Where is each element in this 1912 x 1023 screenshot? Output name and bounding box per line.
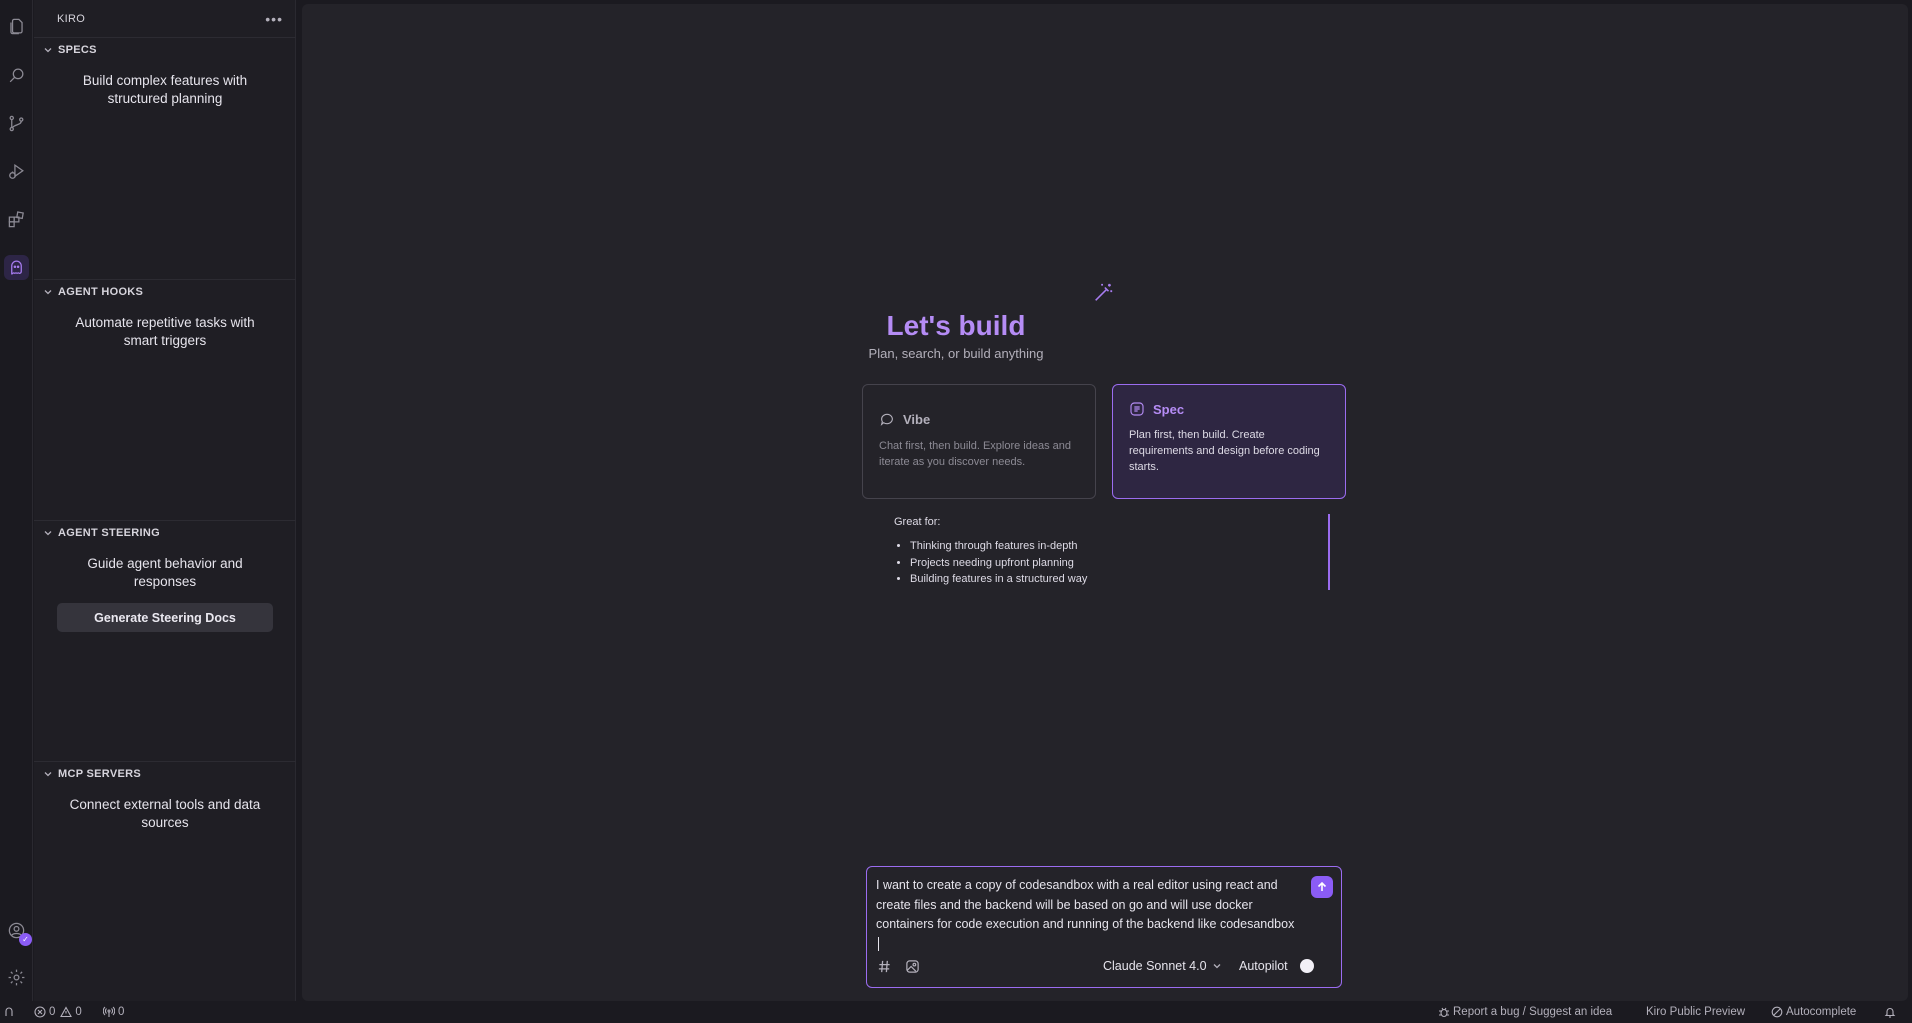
section-description: Build complex features with structured p… [82,73,248,106]
report-bug-link[interactable]: Report a bug / Suggest an idea [1438,1001,1612,1023]
list-item: Building features in a structured way [910,571,1087,588]
great-for-list: Thinking through features in-depth Proje… [894,538,1087,588]
chevron-down-icon [1213,964,1221,969]
section-mcp-servers: MCP SERVERS Connect external tools and d… [34,761,296,1001]
mode-description: Plan first, then build. Create requireme… [1129,429,1320,473]
hashtag-context-icon[interactable] [875,957,893,975]
settings-gear-icon[interactable] [4,965,29,990]
notifications-bell-icon[interactable] [1884,1001,1899,1023]
section-title: AGENT STEERING [58,527,160,539]
text-caret [878,937,879,952]
section-description: Guide agent behavior and responses [87,556,243,589]
problems-indicator[interactable]: 0 0 [34,1001,82,1023]
great-for-panel: Great for: Thinking through features in-… [894,516,1087,588]
chevron-down-icon [44,290,52,295]
error-icon [34,1006,46,1018]
arrow-up-icon [1317,881,1327,891]
chat-input[interactable]: I want to create a copy of codesandbox w… [876,876,1296,954]
model-select-value: Claude Sonnet 4.0 [1103,959,1207,973]
warning-icon [60,1006,73,1018]
autopilot-label: Autopilot [1239,959,1288,973]
great-for-accent-bar [1328,514,1330,590]
chat-input-box: I want to create a copy of codesandbox w… [866,866,1342,988]
mode-name: Vibe [903,411,931,427]
section-description: Connect external tools and data sources [69,797,261,830]
section-agent-steering: AGENT STEERING Guide agent behavior and … [34,520,296,761]
run-debug-icon[interactable] [4,159,29,184]
chevron-down-icon [44,48,52,53]
autocomplete-label: Autocomplete [1786,1006,1857,1018]
extensions-icon[interactable] [4,207,29,232]
more-actions-icon[interactable]: ••• [265,11,283,27]
sidebar-header: KIRO ••• [34,0,295,38]
ports-indicator[interactable]: 0 [103,1001,124,1023]
image-attach-icon[interactable] [903,957,921,975]
mode-name: Spec [1153,401,1185,417]
list-item: Projects needing upfront planning [910,555,1087,572]
chevron-down-icon [44,772,52,777]
section-title: MCP SERVERS [58,768,141,780]
section-header-agent-hooks[interactable]: AGENT HOOKS [34,280,296,304]
page-subtitle: Plan, search, or build anything [868,346,1044,361]
check-badge-icon: ✓ [19,933,32,946]
mode-card-vibe[interactable]: Vibe Chat first, then build. Explore ide… [862,384,1096,499]
sidebar-title: KIRO [57,13,86,25]
broadcast-icon [103,1006,115,1017]
autopilot-toggle[interactable] [1300,959,1314,973]
search-icon[interactable] [4,63,29,88]
warning-count: 0 [75,1006,82,1018]
section-header-specs[interactable]: SPECS [34,38,296,62]
status-bar: 0 0 0 Report a bug / Suggest an idea Kir… [0,1001,1912,1023]
chat-bubble-icon [880,413,893,426]
bug-icon [1439,1007,1449,1018]
mode-description: Chat first, then build. Explore ideas an… [879,440,1072,468]
mode-card-spec[interactable]: Spec Plan first, then build. Create requ… [1112,384,1346,499]
explorer-icon[interactable] [4,14,29,39]
autocomplete-toggle[interactable]: Autocomplete [1771,1001,1856,1023]
section-title: SPECS [58,44,97,56]
error-count: 0 [49,1006,56,1018]
send-button[interactable] [1311,876,1333,898]
account-icon[interactable]: ✓ [4,918,32,946]
section-header-agent-steering[interactable]: AGENT STEERING [34,521,296,545]
magic-wand-icon [1095,283,1113,301]
chevron-down-icon [44,531,52,536]
chat-input-value: I want to create a copy of codesandbox w… [876,878,1295,931]
generate-steering-docs-button[interactable]: Generate Steering Docs [57,603,273,632]
sidebar: KIRO ••• SPECS Build complex features wi… [34,0,296,1001]
activity-bar: ✓ [0,0,33,1001]
preview-label[interactable]: Kiro Public Preview [1646,1001,1745,1023]
section-title: AGENT HOOKS [58,286,144,298]
great-for-label: Great for: [894,516,941,528]
spec-document-icon [1130,402,1144,416]
report-bug-label: Report a bug / Suggest an idea [1453,1006,1613,1018]
section-specs: SPECS Build complex features with struct… [34,37,296,279]
section-header-mcp-servers[interactable]: MCP SERVERS [34,762,296,786]
disabled-circle-icon [1771,1006,1783,1018]
kiro-ghost-icon[interactable] [4,255,29,280]
source-control-icon[interactable] [4,111,29,136]
list-item: Thinking through features in-depth [910,538,1087,555]
main-panel [302,4,1908,1001]
model-select[interactable]: Claude Sonnet 4.0 [1103,959,1222,973]
ports-count: 0 [118,1006,125,1018]
page-title: Let's build [886,310,1026,341]
remote-icon[interactable] [3,1001,18,1023]
